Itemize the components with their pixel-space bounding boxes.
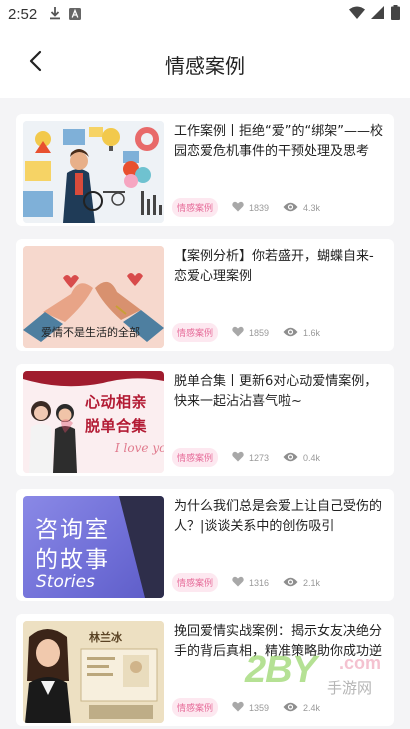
article-card[interactable]: 心动相亲 脱单合集 I love you 脱单合集丨更新6对心动爱情案例，快来一… <box>16 364 394 476</box>
views-stat: 2.1k <box>283 577 320 589</box>
download-icon <box>49 5 61 24</box>
article-card[interactable]: 咨询室 的故事 Stories 为什么我们总是会爱上让自己受伤的人？|谈谈关系中… <box>16 489 394 601</box>
article-meta: 情感案例 1359 2.4k <box>172 698 334 717</box>
likes-count: 1359 <box>249 702 270 713</box>
status-time: 2:52 <box>8 5 38 23</box>
views-stat: 1.6k <box>283 327 320 339</box>
heart-icon <box>232 576 244 589</box>
article-meta: 情感案例 1316 2.1k <box>172 573 334 592</box>
views-count: 2.1k <box>303 577 321 588</box>
heart-icon <box>232 326 244 339</box>
thumbnail-script: Stories <box>36 572 95 592</box>
eye-icon <box>283 452 298 464</box>
article-list[interactable]: 工作案例丨拒绝“爱”的“绑架”——校园恋爱危机事件的干预处理及思考 情感案例 1… <box>0 98 410 729</box>
likes-count: 1273 <box>249 452 270 463</box>
eye-icon <box>283 577 298 589</box>
page-title: 情感案例 <box>165 54 245 78</box>
thumbnail-caption: 爱情不是生活的全部 <box>41 326 140 339</box>
likes-stat: 1273 <box>232 451 269 464</box>
likes-count: 1316 <box>249 577 270 588</box>
thumbnail-script: I love you <box>115 441 164 455</box>
category-tag[interactable]: 情感案例 <box>172 573 219 592</box>
article-title[interactable]: 【案例分析】你若盛开，蝴蝶自来-恋爱心理案例 <box>174 247 386 287</box>
article-card[interactable]: 爱情不是生活的全部 【案例分析】你若盛开，蝴蝶自来-恋爱心理案例 情感案例 18… <box>16 239 394 351</box>
article-card[interactable]: 工作案例丨拒绝“爱”的“绑架”——校园恋爱危机事件的干预处理及思考 情感案例 1… <box>16 114 394 226</box>
article-thumbnail: 爱情不是生活的全部 <box>23 246 164 348</box>
thumbnail-headline: 咨询室 <box>35 517 110 543</box>
views-count: 2.4k <box>303 702 321 713</box>
heart-icon <box>232 701 244 714</box>
category-tag[interactable]: 情感案例 <box>172 448 219 467</box>
article-title[interactable]: 为什么我们总是会爱上让自己受伤的人？|谈谈关系中的创伤吸引 <box>174 497 386 537</box>
article-title[interactable]: 工作案例丨拒绝“爱”的“绑架”——校园恋爱危机事件的干预处理及思考 <box>174 122 386 162</box>
views-stat: 2.4k <box>283 702 320 714</box>
app-header: 情感案例 <box>0 28 410 98</box>
likes-count: 1839 <box>249 202 270 213</box>
signal-icon <box>371 5 385 24</box>
article-meta: 情感案例 1273 0.4k <box>172 448 334 467</box>
status-bar: 2:52 <box>0 0 410 28</box>
likes-stat: 1839 <box>232 201 269 214</box>
article-thumbnail: 心动相亲 脱单合集 I love you <box>23 371 164 473</box>
battery-icon <box>391 4 400 24</box>
views-count: 1.6k <box>303 327 321 338</box>
wifi-icon <box>349 5 365 24</box>
status-notification-icons <box>49 5 82 24</box>
eye-icon <box>283 702 298 714</box>
heart-icon <box>232 201 244 214</box>
views-count: 0.4k <box>303 452 321 463</box>
views-stat: 4.3k <box>283 202 320 214</box>
article-thumbnail: 咨询室 的故事 Stories <box>23 496 164 598</box>
thumbnail-name: 林兰冰 <box>89 631 122 644</box>
article-thumbnail <box>23 121 164 223</box>
heart-icon <box>232 451 244 464</box>
category-tag[interactable]: 情感案例 <box>172 198 219 217</box>
status-system-icons <box>349 4 400 24</box>
category-tag[interactable]: 情感案例 <box>172 323 219 342</box>
views-count: 4.3k <box>303 202 321 213</box>
likes-count: 1859 <box>249 327 270 338</box>
thumbnail-headline: 心动相亲 <box>85 393 148 411</box>
article-meta: 情感案例 1839 4.3k <box>172 198 334 217</box>
eye-icon <box>283 202 298 214</box>
article-meta: 情感案例 1859 1.6k <box>172 323 334 342</box>
article-thumbnail: 林兰冰 <box>23 621 164 723</box>
article-title[interactable]: 脱单合集丨更新6对心动爱情案例，快来一起沾沾喜气啦~ <box>174 372 386 412</box>
category-tag[interactable]: 情感案例 <box>172 698 219 717</box>
article-title[interactable]: 挽回爱情实战案例：揭示女友决绝分手的背后真相，精准策略助你成功逆袭 <box>174 622 386 662</box>
views-stat: 0.4k <box>283 452 320 464</box>
likes-stat: 1859 <box>232 326 269 339</box>
article-card[interactable]: 林兰冰 挽回爱情实战案例：揭示女友决绝分手的背后真相，精准策略助你成功逆袭 情感… <box>16 614 394 726</box>
eye-icon <box>283 327 298 339</box>
font-a-icon <box>69 5 82 24</box>
thumbnail-headline: 脱单合集 <box>85 417 148 435</box>
thumbnail-headline: 的故事 <box>35 547 110 573</box>
likes-stat: 1359 <box>232 701 269 714</box>
likes-stat: 1316 <box>232 576 269 589</box>
